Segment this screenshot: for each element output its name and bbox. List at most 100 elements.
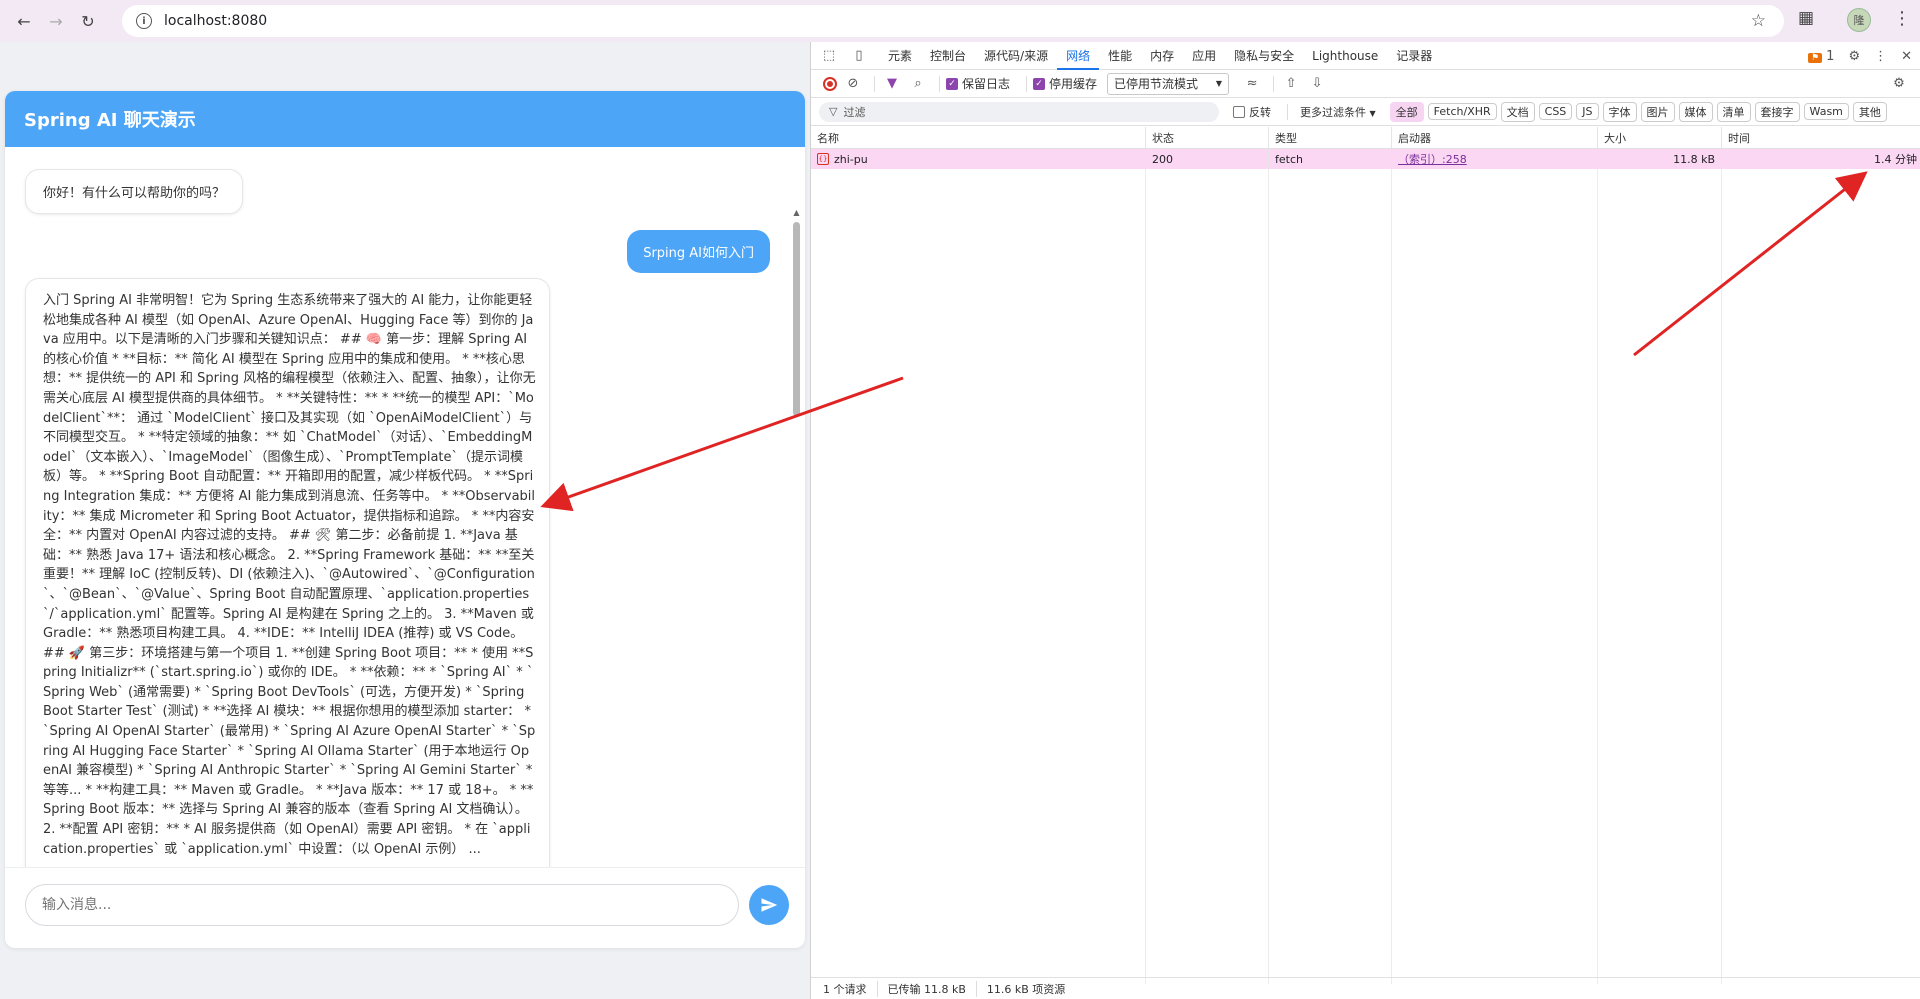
network-toolbar: ⊘ ▼ ⌕ ✓ 保留日志 ✓ 停用缓存 已停用节流模式 ▼ ≈ ⇧ ⇩ ⚙ [811, 70, 1920, 98]
tab-privacy-security[interactable]: 隐私与安全 [1225, 42, 1303, 70]
column-header-initiator[interactable]: 启动器 [1392, 127, 1598, 148]
tab-console[interactable]: 控制台 [921, 42, 975, 70]
profile-avatar[interactable]: 隆 [1847, 8, 1871, 32]
bot-message-greeting: 你好！有什么可以帮助你的吗？ [25, 169, 244, 214]
chat-window: Spring AI 聊天演示 你好！有什么可以帮助你的吗？ Srping AI如… [5, 91, 805, 948]
bot-message-reply: 入门 Spring AI 非常明智！它为 Spring 生态系统带来了强大的 A… [25, 278, 550, 867]
divider [1287, 103, 1288, 120]
extensions-icon[interactable]: ▦ [1798, 8, 1814, 28]
url-text: localhost:8080 [164, 13, 268, 29]
checkbox-checked-icon: ✓ [946, 77, 958, 90]
message-input[interactable] [25, 884, 739, 926]
request-count: 1 个请求 [823, 980, 878, 997]
column-header-size[interactable]: 大小 [1598, 127, 1722, 148]
browser-toolbar: ← → ↻ i localhost:8080 ☆ ▦ 隆 ⋮ [0, 0, 1920, 42]
request-type: fetch [1269, 149, 1392, 169]
initiator-link[interactable]: （索引）:258 [1398, 151, 1467, 167]
filter-chip-font[interactable]: 字体 [1602, 101, 1637, 122]
clear-icon[interactable]: ⊘ [842, 76, 864, 91]
filter-chip-img[interactable]: 图片 [1640, 101, 1675, 122]
preserve-log-checkbox[interactable]: ✓ 保留日志 [946, 75, 1010, 92]
reload-icon[interactable]: ↻ [74, 7, 102, 35]
resources-size: 11.6 kB 项资源 [986, 982, 1066, 996]
tab-elements[interactable]: 元素 [879, 42, 921, 70]
forward-icon[interactable]: → [42, 7, 70, 35]
filter-chip-doc[interactable]: 文档 [1500, 101, 1535, 122]
message-list[interactable]: 你好！有什么可以帮助你的吗？ Srping AI如何入门 入门 Spring A… [5, 147, 805, 867]
tab-application[interactable]: 应用 [1183, 42, 1225, 70]
chevron-down-icon: ▼ [1215, 79, 1223, 88]
filter-chip-media[interactable]: 媒体 [1678, 101, 1713, 122]
column-dividers [811, 169, 1920, 984]
tab-memory[interactable]: 内存 [1141, 42, 1183, 70]
address-bar[interactable]: i localhost:8080 ☆ [122, 5, 1784, 37]
table-row[interactable]: {} zhi-pu 200 fetch （索引）:258 11.8 kB 1.4 … [811, 149, 1920, 169]
filter-chip-wasm[interactable]: Wasm [1803, 103, 1849, 120]
filter-chip-fetch-xhr[interactable]: Fetch/XHR [1427, 103, 1497, 120]
column-divider [1598, 169, 1722, 984]
column-divider [1392, 169, 1598, 984]
tab-sources[interactable]: 源代码/来源 [975, 42, 1057, 70]
filter-chip-other[interactable]: 其他 [1852, 101, 1887, 122]
record-icon[interactable] [823, 76, 837, 91]
funnel-icon: ▽ [829, 105, 838, 118]
devtools-tabbar: ⬚ ▯ 元素 控制台 源代码/来源 网络 性能 内存 应用 隐私与安全 Ligh… [811, 42, 1920, 70]
devtools-menu-icon[interactable]: ⋮ [1874, 49, 1887, 64]
disable-cache-checkbox[interactable]: ✓ 停用缓存 [1033, 75, 1097, 92]
filter-chip-all[interactable]: 全部 [1389, 101, 1424, 122]
settings-gear-icon[interactable]: ⚙ [1848, 49, 1860, 64]
caret-down-icon: ▼ [1369, 108, 1376, 118]
network-settings-icon[interactable]: ⚙ [1888, 76, 1910, 91]
message-scrollbar[interactable]: ▲ ▼ [792, 208, 801, 867]
import-har-icon[interactable]: ⇧ [1280, 76, 1302, 91]
request-status: 200 [1146, 149, 1269, 169]
bookmark-star-icon[interactable]: ☆ [1751, 11, 1766, 31]
preserve-log-label: 保留日志 [962, 77, 1011, 91]
column-divider [1146, 169, 1269, 984]
column-header-type[interactable]: 类型 [1269, 127, 1392, 148]
divider [939, 75, 940, 92]
send-button[interactable] [749, 885, 789, 925]
filter-chip-ws[interactable]: 套接字 [1754, 101, 1800, 122]
issues-count: 1 [1826, 48, 1835, 64]
export-har-icon[interactable]: ⇩ [1306, 76, 1328, 91]
inspect-element-icon[interactable]: ⬚ [819, 48, 839, 63]
network-conditions-icon[interactable]: ≈ [1241, 76, 1263, 91]
chat-title: Spring AI 聊天演示 [5, 91, 805, 147]
invert-checkbox[interactable]: 反转 [1233, 104, 1271, 120]
more-filters-dropdown[interactable]: 更多过滤条件 ▼ [1300, 104, 1376, 120]
issues-badge[interactable]: ⚑ 1 [1807, 48, 1835, 64]
filter-input[interactable]: ▽ 过滤 [819, 101, 1219, 122]
send-icon [761, 898, 778, 912]
search-icon[interactable]: ⌕ [907, 76, 929, 91]
composer [5, 867, 805, 948]
tab-network[interactable]: 网络 [1057, 42, 1100, 70]
filter-bar: ▽ 过滤 反转 更多过滤条件 ▼ 全部 Fetch/XHR 文档 CSS JS 字… [811, 98, 1920, 126]
checkbox-unchecked-icon [1233, 105, 1245, 118]
request-name-cell: {} zhi-pu [811, 149, 1146, 169]
invert-label: 反转 [1249, 105, 1271, 119]
request-time-cell: 1.4 分钟 [1722, 149, 1920, 169]
throttling-select[interactable]: 已停用节流模式 ▼ [1107, 72, 1230, 95]
column-header-time[interactable]: 时间 [1722, 127, 1920, 148]
close-icon[interactable]: ✕ [1901, 49, 1912, 64]
tab-lighthouse[interactable]: Lighthouse [1303, 42, 1387, 70]
back-icon[interactable]: ← [10, 7, 38, 35]
tab-performance[interactable]: 性能 [1099, 42, 1141, 70]
site-info-icon[interactable]: i [136, 13, 152, 29]
page-viewport: Spring AI 聊天演示 你好！有什么可以帮助你的吗？ Srping AI如… [0, 42, 810, 999]
browser-menu-icon[interactable]: ⋮ [1893, 8, 1911, 29]
divider [1026, 75, 1028, 92]
column-header-name[interactable]: 名称 [811, 127, 1146, 148]
filter-chip-css[interactable]: CSS [1538, 103, 1573, 120]
tab-recorder[interactable]: 记录器 [1387, 42, 1441, 70]
scroll-up-arrow-icon[interactable]: ▲ [792, 208, 801, 218]
column-header-status[interactable]: 状态 [1146, 127, 1269, 148]
device-toolbar-icon[interactable]: ▯ [849, 48, 869, 63]
devtools-panel: ⬚ ▯ 元素 控制台 源代码/来源 网络 性能 内存 应用 隐私与安全 Ligh… [810, 42, 1920, 999]
filter-icon[interactable]: ▼ [881, 76, 903, 91]
filter-chip-manifest[interactable]: 清单 [1716, 101, 1751, 122]
scrollbar-thumb[interactable] [793, 222, 800, 416]
request-name: zhi-pu [834, 152, 868, 166]
filter-chip-js[interactable]: JS [1576, 103, 1599, 120]
